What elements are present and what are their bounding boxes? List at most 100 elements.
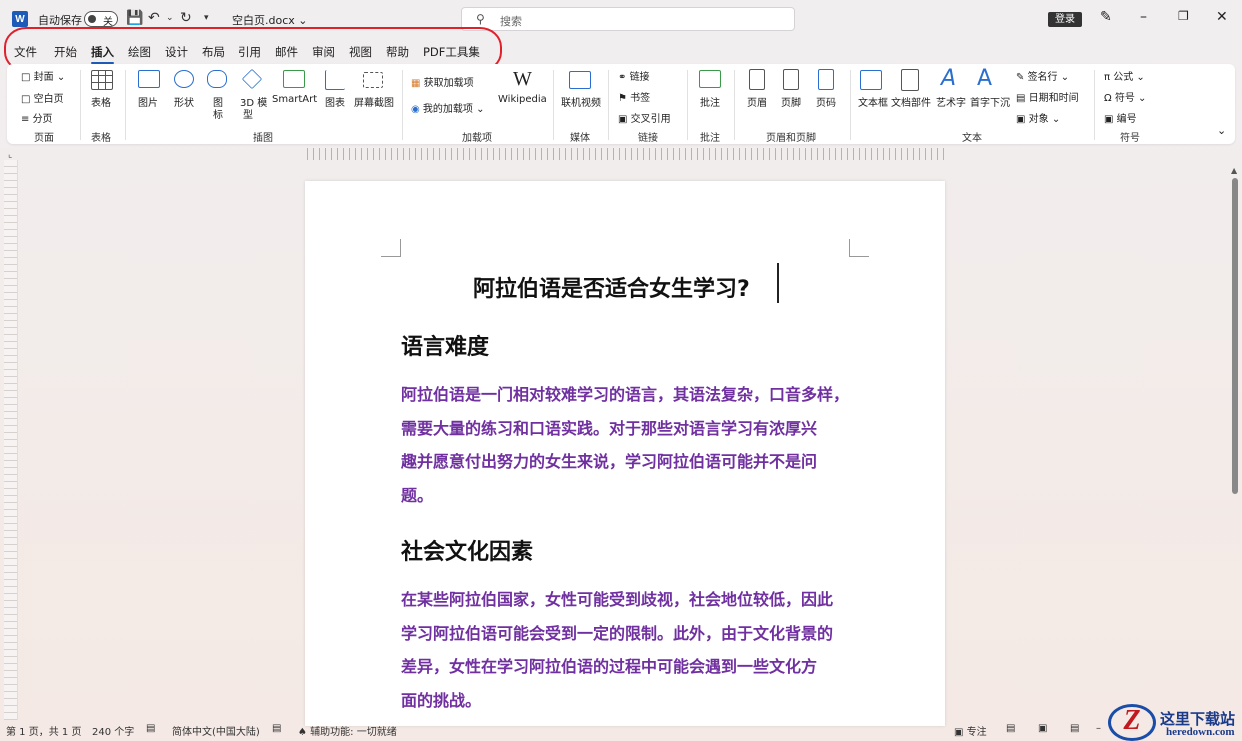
tab-layout[interactable]: 布局 bbox=[202, 44, 225, 60]
3d-model-icon[interactable] bbox=[241, 68, 263, 90]
date-time-button[interactable]: ▤ 日期和时间 bbox=[1016, 89, 1079, 104]
blank-page-button[interactable]: □ 空白页 bbox=[21, 90, 64, 105]
focus-mode-button[interactable]: ▣ 专注 bbox=[954, 723, 987, 738]
search-box[interactable]: ⚲ 搜索 bbox=[461, 7, 795, 31]
picture-button-label[interactable]: 图片 bbox=[138, 94, 158, 109]
proofing-icon[interactable]: ▤ bbox=[146, 723, 155, 734]
equation-button[interactable]: π 公式 ⌄ bbox=[1104, 68, 1145, 83]
footer-button-label[interactable]: 页脚 bbox=[781, 94, 801, 109]
paragraph-line: 学习阿拉伯语可能会受到一定的限制。此外，由于文化背景的 bbox=[401, 623, 834, 643]
read-mode-icon[interactable]: ▤ bbox=[1006, 723, 1015, 734]
comment-icon[interactable] bbox=[699, 70, 721, 88]
undo-dropdown-icon[interactable]: ⌄ bbox=[166, 10, 174, 26]
cover-page-button[interactable]: □ 封面 ⌄ bbox=[21, 68, 65, 83]
customize-toolbar-icon[interactable]: ▾ bbox=[204, 10, 209, 26]
textbox-button-label[interactable]: 文本框 bbox=[858, 94, 888, 109]
tab-home[interactable]: 开始 bbox=[54, 44, 77, 60]
chart-button-label[interactable]: 图表 bbox=[325, 94, 345, 109]
margin-corner-top-right bbox=[849, 239, 869, 257]
tab-file[interactable]: 文件 bbox=[14, 44, 37, 60]
online-video-label[interactable]: 联机视频 bbox=[561, 94, 601, 109]
object-button[interactable]: ▣ 对象 ⌄ bbox=[1016, 110, 1060, 125]
page-break-button[interactable]: ≡ 分页 bbox=[21, 110, 53, 125]
tab-insert[interactable]: 插入 bbox=[91, 44, 114, 64]
icons-icon[interactable] bbox=[207, 70, 227, 88]
section-heading: 语言难度 bbox=[401, 335, 490, 360]
redo-icon[interactable]: ↻ bbox=[180, 10, 192, 26]
scrollbar-thumb[interactable] bbox=[1232, 178, 1238, 494]
picture-icon[interactable] bbox=[138, 70, 160, 88]
text-predictions-icon[interactable]: ▤ bbox=[272, 723, 281, 734]
symbol-button[interactable]: Ω 符号 ⌄ bbox=[1104, 89, 1146, 104]
tab-design[interactable]: 设计 bbox=[165, 44, 188, 60]
header-icon[interactable] bbox=[749, 69, 765, 90]
tab-selector[interactable]: ⌞ bbox=[8, 150, 12, 160]
vertical-ruler[interactable] bbox=[4, 160, 18, 720]
scroll-up-icon[interactable]: ▲ bbox=[1231, 166, 1237, 175]
tab-review[interactable]: 审阅 bbox=[312, 44, 335, 60]
page-count[interactable]: 第 1 页，共 1 页 bbox=[6, 723, 81, 738]
vertical-scrollbar[interactable]: ▲ bbox=[1230, 166, 1240, 716]
signature-line-button[interactable]: ✎ 签名行 ⌄ bbox=[1016, 68, 1069, 83]
tab-help[interactable]: 帮助 bbox=[386, 44, 409, 60]
collapse-ribbon-icon[interactable]: ⌄ bbox=[1217, 124, 1226, 137]
document-name[interactable]: 空白页.docx ⌄ bbox=[232, 12, 308, 28]
print-layout-icon[interactable]: ▣ bbox=[1038, 723, 1047, 734]
table-button-label[interactable]: 表格 bbox=[91, 94, 111, 109]
comment-button-label[interactable]: 批注 bbox=[700, 94, 720, 109]
smartart-icon[interactable] bbox=[283, 70, 305, 88]
tab-view[interactable]: 视图 bbox=[349, 44, 372, 60]
quick-parts-icon[interactable] bbox=[901, 69, 919, 91]
save-icon[interactable]: 💾 bbox=[126, 10, 143, 26]
minimize-icon[interactable]: – bbox=[1140, 9, 1147, 25]
autosave-toggle[interactable]: 关 bbox=[84, 11, 118, 28]
link-button[interactable]: ⚭ 链接 bbox=[618, 68, 650, 83]
document-title: 阿拉伯语是否适合女生学习? bbox=[473, 277, 750, 302]
bookmark-button[interactable]: ⚑ 书签 bbox=[618, 89, 650, 104]
quick-parts-label[interactable]: 文档部件 bbox=[891, 94, 931, 109]
wordart-button-label[interactable]: 艺术字 bbox=[936, 94, 966, 109]
wikipedia-icon[interactable]: W bbox=[513, 68, 532, 91]
screenshot-icon[interactable] bbox=[363, 72, 383, 88]
tab-references[interactable]: 引用 bbox=[238, 44, 261, 60]
pen-icon[interactable]: ✎ bbox=[1100, 9, 1112, 25]
shapes-icon[interactable] bbox=[174, 70, 194, 88]
smartart-button-label[interactable]: SmartArt bbox=[272, 94, 317, 105]
numbering-button[interactable]: ▣ 编号 bbox=[1104, 110, 1137, 125]
chart-icon[interactable] bbox=[325, 70, 345, 90]
title-bar: W 自动保存 关 💾 ↶ ⌄ ↻ ▾ 空白页.docx ⌄ ⚲ 搜索 登录 ✎ … bbox=[0, 0, 1242, 38]
textbox-icon[interactable] bbox=[860, 70, 882, 90]
header-button-label[interactable]: 页眉 bbox=[747, 94, 767, 109]
cross-reference-button[interactable]: ▣ 交叉引用 bbox=[618, 110, 671, 125]
tab-draw[interactable]: 绘图 bbox=[128, 44, 151, 60]
footer-icon[interactable] bbox=[783, 69, 799, 90]
wikipedia-button-label[interactable]: Wikipedia bbox=[498, 94, 547, 105]
dropcap-icon[interactable]: A bbox=[977, 66, 992, 91]
undo-icon[interactable]: ↶ bbox=[148, 10, 160, 26]
get-addins-button[interactable]: ▦ 获取加载项 bbox=[411, 74, 474, 89]
online-video-icon[interactable] bbox=[569, 71, 591, 89]
shapes-button-label[interactable]: 形状 bbox=[174, 94, 194, 109]
horizontal-ruler[interactable] bbox=[302, 148, 947, 160]
screenshot-button-label[interactable]: 屏幕截图 bbox=[354, 94, 394, 109]
tab-pdf-tools[interactable]: PDF工具集 bbox=[423, 44, 480, 60]
restore-icon[interactable]: ❐ bbox=[1178, 9, 1189, 23]
wordart-icon[interactable]: A bbox=[941, 66, 956, 91]
3d-model-label-2[interactable]: 型 bbox=[243, 106, 253, 121]
tab-mailings[interactable]: 邮件 bbox=[275, 44, 298, 60]
text-cursor bbox=[777, 263, 779, 303]
icons-button-label-2[interactable]: 标 bbox=[213, 106, 223, 121]
dropcap-button-label[interactable]: 首字下沉 bbox=[970, 94, 1010, 109]
table-icon[interactable] bbox=[91, 70, 113, 90]
document-page[interactable]: 阿拉伯语是否适合女生学习? 语言难度 阿拉伯语是一门相对较难学习的语言，其语法复… bbox=[305, 181, 945, 726]
accessibility-status[interactable]: ♠ 辅助功能: 一切就绪 bbox=[298, 723, 397, 738]
zoom-out-icon[interactable]: – bbox=[1096, 723, 1101, 734]
my-addins-button[interactable]: ◉ 我的加载项 ⌄ bbox=[411, 100, 484, 115]
login-button[interactable]: 登录 bbox=[1048, 12, 1082, 27]
close-icon[interactable]: ✕ bbox=[1216, 9, 1228, 25]
word-count[interactable]: 240 个字 bbox=[92, 723, 134, 738]
page-number-label[interactable]: 页码 bbox=[816, 94, 836, 109]
web-layout-icon[interactable]: ▤ bbox=[1070, 723, 1079, 734]
language-status[interactable]: 简体中文(中国大陆) bbox=[172, 723, 260, 738]
page-number-icon[interactable] bbox=[818, 69, 834, 90]
